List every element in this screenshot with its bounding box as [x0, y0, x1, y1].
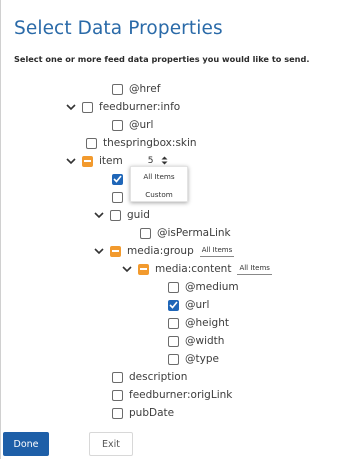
- thespringbox-skin-checkbox[interactable]: [86, 137, 97, 149]
- tree-node-width[interactable]: @width: [168, 332, 224, 350]
- feedburner-info-checkbox[interactable]: [82, 101, 93, 113]
- guid-label: guid: [127, 209, 150, 221]
- href-label: @href: [129, 83, 161, 95]
- feedburner-orig-link-checkbox[interactable]: [112, 389, 123, 401]
- item-label: item: [99, 155, 123, 167]
- tree-node-thespringbox-skin[interactable]: thespringbox:skin: [86, 134, 197, 152]
- tree-node-item-child[interactable]: [112, 188, 123, 206]
- width-checkbox[interactable]: [168, 335, 179, 347]
- feedburner-info-label: feedburner:info: [99, 101, 181, 113]
- tree-node-is-perma-link[interactable]: @isPermaLink: [140, 224, 231, 242]
- media-url-checkbox[interactable]: [168, 299, 179, 311]
- chevron-down-icon[interactable]: [92, 244, 106, 258]
- media-content-label: media:content: [155, 263, 232, 275]
- select-data-properties-dialog: Select Data Properties Select one or mor…: [0, 0, 348, 459]
- tree-node-feedburner-orig-link[interactable]: feedburner:origLink: [112, 386, 232, 404]
- item-scope-dropdown: All Items Custom: [130, 166, 188, 202]
- tree-node-description[interactable]: description: [112, 368, 187, 386]
- item-child-checkbox-checked[interactable]: [112, 173, 123, 185]
- tree-node-medium[interactable]: @medium: [168, 278, 239, 296]
- done-button[interactable]: Done: [3, 432, 49, 456]
- description-checkbox[interactable]: [112, 371, 123, 383]
- type-checkbox[interactable]: [168, 353, 179, 365]
- tree-node-href[interactable]: @href: [112, 80, 160, 98]
- dropdown-option-all-items[interactable]: All Items: [131, 167, 187, 185]
- dialog-title: Select Data Properties: [14, 18, 223, 39]
- chevron-down-icon[interactable]: [92, 208, 106, 222]
- pub-date-label: pubDate: [129, 407, 175, 419]
- thespringbox-skin-label: thespringbox:skin: [103, 137, 197, 149]
- is-perma-link-label: @isPermaLink: [157, 227, 231, 239]
- stepper-icon[interactable]: [161, 156, 168, 165]
- tree-node-feedburner-info[interactable]: feedburner:info: [64, 98, 180, 116]
- chevron-down-icon[interactable]: [120, 262, 134, 276]
- media-group-label: media:group: [127, 245, 194, 257]
- medium-label: @medium: [185, 281, 239, 293]
- dropdown-option-custom[interactable]: Custom: [131, 185, 187, 203]
- tree-node-type[interactable]: @type: [168, 350, 219, 368]
- height-checkbox[interactable]: [168, 317, 179, 329]
- href-checkbox[interactable]: [112, 83, 123, 95]
- tree-node-media-content[interactable]: media:content All Items: [120, 260, 272, 278]
- description-label: description: [129, 371, 188, 383]
- tree-node-media-url[interactable]: @url: [168, 296, 209, 314]
- tree-node-item-child-checked[interactable]: [112, 170, 123, 188]
- item-count-value: 5: [147, 155, 154, 166]
- item-checkbox[interactable]: [82, 155, 93, 167]
- media-content-scope-select[interactable]: All Items: [237, 264, 272, 275]
- guid-checkbox[interactable]: [110, 209, 121, 221]
- tree-node-height[interactable]: @height: [168, 314, 229, 332]
- is-perma-link-checkbox[interactable]: [140, 227, 151, 239]
- exit-button[interactable]: Exit: [89, 432, 133, 456]
- url-label: @url: [129, 119, 154, 131]
- tree-node-pub-date[interactable]: pubDate: [112, 404, 174, 422]
- pub-date-checkbox[interactable]: [112, 407, 123, 419]
- chevron-down-icon[interactable]: [64, 100, 78, 114]
- dialog-subtitle: Select one or more feed data properties …: [14, 54, 310, 64]
- media-group-checkbox[interactable]: [110, 245, 121, 257]
- media-content-checkbox[interactable]: [138, 263, 149, 275]
- item-child-checkbox[interactable]: [112, 191, 123, 203]
- tree-node-url[interactable]: @url: [112, 116, 153, 134]
- media-url-label: @url: [185, 299, 210, 311]
- height-label: @height: [185, 317, 229, 329]
- medium-checkbox[interactable]: [168, 281, 179, 293]
- width-label: @width: [185, 335, 225, 347]
- feedburner-orig-link-label: feedburner:origLink: [129, 389, 233, 401]
- type-label: @type: [185, 353, 219, 365]
- tree-node-guid[interactable]: guid: [92, 206, 150, 224]
- tree-node-media-group[interactable]: media:group All Items: [92, 242, 235, 260]
- media-group-scope-select[interactable]: All Items: [199, 246, 235, 257]
- chevron-down-icon[interactable]: [64, 154, 78, 168]
- url-checkbox[interactable]: [112, 119, 123, 131]
